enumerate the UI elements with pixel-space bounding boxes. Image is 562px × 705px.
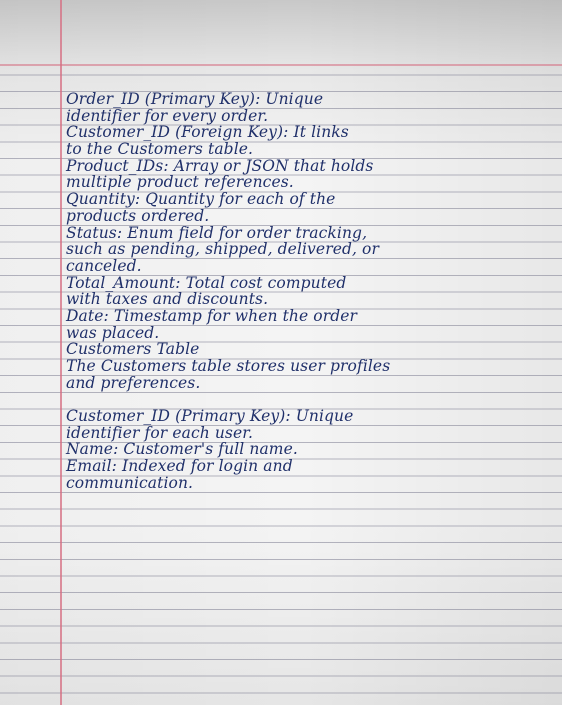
margin-line — [60, 0, 62, 705]
note-line: Total_Amount: Total cost computed — [66, 273, 347, 292]
note-line: multiple product references. — [66, 173, 294, 192]
note-line: Customer_ID (Foreign Key): It links — [66, 123, 349, 142]
note-line: such as pending, shipped, delivered, or — [66, 240, 379, 259]
handwritten-notes: Order_ID (Primary Key): Unique identifie… — [66, 91, 556, 492]
note-line: Status: Enum field for order tracking, — [66, 223, 368, 242]
notebook-page: Order_ID (Primary Key): Unique identifie… — [0, 0, 562, 705]
note-line: and preferences. — [66, 373, 201, 392]
note-line: identifier for every order. — [66, 106, 269, 125]
note-line: products ordered. — [66, 206, 210, 225]
note-line: Customer_ID (Primary Key): Unique — [66, 407, 354, 426]
note-line: Email: Indexed for login and — [66, 457, 293, 476]
note-line: canceled. — [66, 256, 142, 275]
note-line: Product_IDs: Array or JSON that holds — [66, 156, 374, 175]
note-line: Name: Customer's full name. — [66, 440, 298, 459]
header-rule — [0, 64, 562, 66]
note-line: was placed. — [66, 323, 160, 342]
note-line: Order_ID (Primary Key): Unique — [66, 90, 324, 108]
blank-line — [66, 391, 556, 408]
note-line: to the Customers table. — [66, 140, 254, 159]
note-line: with taxes and discounts. — [66, 290, 269, 309]
note-line: Date: Timestamp for when the order — [66, 306, 358, 325]
section-heading: Customers Table — [66, 340, 200, 359]
note-line: identifier for each user. — [66, 423, 254, 442]
note-line: Quantity: Quantity for each of the — [66, 190, 336, 209]
note-line: The Customers table stores user profiles — [66, 357, 391, 375]
note-line: communication. — [66, 473, 194, 492]
